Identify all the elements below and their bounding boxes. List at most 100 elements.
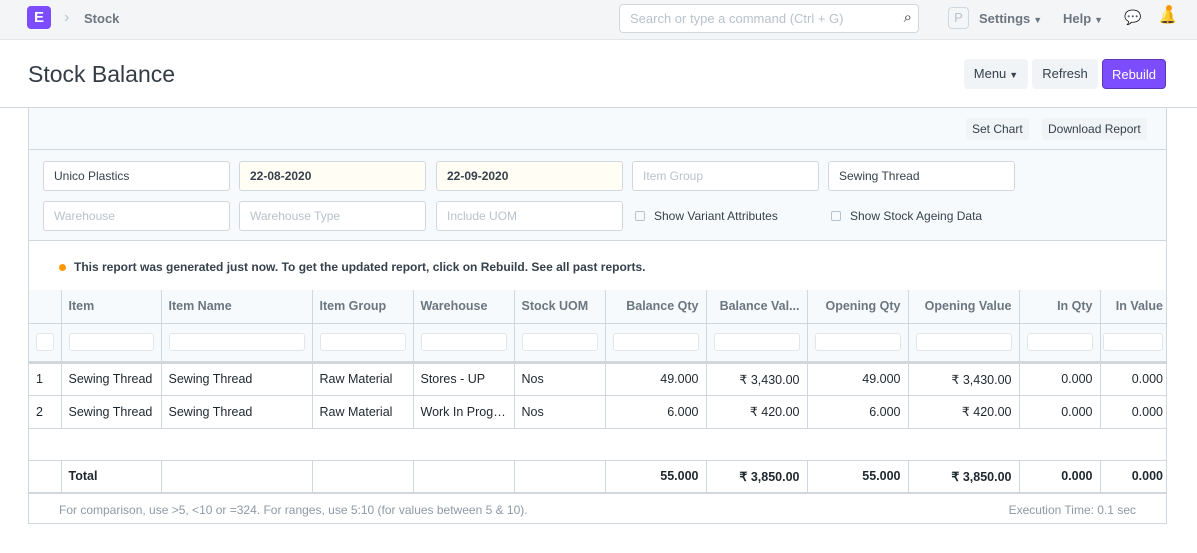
report-datatable: Item Item Name Item Group Warehouse Stoc… [29,290,1166,494]
column-filter-input[interactable] [420,333,507,351]
cell-warehouse[interactable]: Stores - UP [413,362,515,396]
execution-time: Execution Time: 0.1 sec [1008,503,1136,517]
select-all-checkbox[interactable] [36,333,54,351]
row-index: 2 [29,395,62,429]
show-variant-checkbox[interactable]: Show Variant Attributes [635,209,778,223]
caret-down-icon: ▼ [1009,70,1019,80]
cell-opening-value[interactable]: ₹ 420.00 [908,395,1020,429]
filter-cell [908,323,1020,364]
chevron-right-icon: › [64,9,70,26]
column-header[interactable]: Stock UOM [514,290,606,324]
cell-balance-value[interactable]: ₹ 420.00 [706,395,808,429]
warehouse-field[interactable]: Warehouse [43,201,230,231]
total-index [29,460,62,494]
column-header[interactable]: Opening Qty [807,290,909,324]
column-header[interactable]: Opening Value [908,290,1020,324]
include-uom-field[interactable]: Include UOM [436,201,623,231]
column-header[interactable]: In Value [1100,290,1166,324]
report-footer: For comparison, use >5, <10 or =324. For… [29,494,1166,523]
chat-icon[interactable]: 💬 [1124,9,1141,26]
total-balance-value: ₹ 3,850.00 [706,460,808,494]
column-filter-input[interactable] [68,333,154,351]
column-header[interactable]: Warehouse [413,290,515,324]
column-header[interactable]: In Qty [1019,290,1101,324]
search-input[interactable]: Search or type a command (Ctrl + G) ⌕ [619,4,919,33]
company-field[interactable]: Unico Plastics [43,161,230,191]
column-filter-input[interactable] [814,333,901,351]
page-title: Stock Balance [28,61,176,87]
column-header[interactable]: Item Name [161,290,313,324]
total-cell [514,460,606,494]
cell-in-qty[interactable]: 0.000 [1019,395,1101,429]
cell-item-name[interactable]: Sewing Thread [161,362,313,396]
column-filter-input[interactable] [713,333,800,351]
message-text: This report was generated just now. To g… [74,260,529,274]
cell-opening-qty[interactable]: 49.000 [807,362,909,396]
help-dropdown[interactable]: Help ▼ [1063,11,1103,26]
help-label: Help [1063,11,1092,26]
show-ageing-label: Show Stock Ageing Data [850,209,983,223]
filter-cell [605,323,707,364]
filter-cell [312,323,414,364]
notification-dot [1166,5,1172,11]
empty-row [29,428,1166,461]
from-date-field[interactable]: 22-08-2020 [239,161,426,191]
caret-down-icon: ▼ [1033,15,1043,25]
app-logo[interactable]: E [27,6,51,29]
cell-in-value[interactable]: 0.000 [1100,395,1166,429]
column-header[interactable]: Balance Qty [605,290,707,324]
to-date-field[interactable]: 22-09-2020 [436,161,623,191]
column-header[interactable]: Balance Val... [706,290,808,324]
cell-stock-uom[interactable]: Nos [514,395,606,429]
indicator-dot [59,264,66,271]
rebuild-button[interactable]: Rebuild [1102,59,1166,89]
column-filter-input[interactable] [1102,333,1163,351]
filter-cell [1019,323,1101,364]
cell-in-qty[interactable]: 0.000 [1019,362,1101,396]
total-cell [161,460,313,494]
cell-warehouse[interactable]: Work In Progress [413,395,515,429]
avatar[interactable]: P [948,7,969,29]
column-filter-input[interactable] [1026,333,1093,351]
row-index-header [29,290,62,324]
report-panel: Set Chart Download Report Unico Plastics… [28,108,1167,524]
menu-button[interactable]: Menu ▼ [964,59,1028,89]
column-header[interactable]: Item [61,290,162,324]
cell-stock-uom[interactable]: Nos [514,362,606,396]
show-ageing-checkbox[interactable]: Show Stock Ageing Data [831,209,982,223]
warehouse-type-field[interactable]: Warehouse Type [239,201,426,231]
cell-opening-qty[interactable]: 6.000 [807,395,909,429]
cell-balance-value[interactable]: ₹ 3,430.00 [706,362,808,396]
cell-opening-value[interactable]: ₹ 3,430.00 [908,362,1020,396]
column-filter-input[interactable] [612,333,699,351]
column-header[interactable]: Item Group [312,290,414,324]
filter-area: Unico Plastics 22-08-2020 22-09-2020 Ite… [29,150,1166,241]
column-filter-input[interactable] [915,333,1012,351]
past-reports-link[interactable]: See all past reports. [531,260,645,274]
breadcrumb-stock[interactable]: Stock [84,11,119,26]
cell-item-name[interactable]: Sewing Thread [161,395,313,429]
cell-item-group[interactable]: Raw Material [312,395,414,429]
download-report-button[interactable]: Download Report [1042,118,1147,140]
total-label: Total [61,460,162,494]
filter-cell [706,323,808,364]
total-in-value: 0.000 [1100,460,1166,494]
cell-in-value[interactable]: 0.000 [1100,362,1166,396]
cell-item[interactable]: Sewing Thread [61,395,162,429]
column-filter-input[interactable] [319,333,406,351]
cell-item-group[interactable]: Raw Material [312,362,414,396]
filter-cell [413,323,515,364]
cell-item[interactable]: Sewing Thread [61,362,162,396]
cell-balance-qty[interactable]: 49.000 [605,362,707,396]
item-field[interactable]: Sewing Thread [828,161,1015,191]
settings-dropdown[interactable]: Settings ▼ [979,11,1042,26]
item-group-field[interactable]: Item Group [632,161,819,191]
column-filter-input[interactable] [521,333,598,351]
column-filter-input[interactable] [168,333,305,351]
refresh-button[interactable]: Refresh [1032,59,1098,89]
total-cell [413,460,515,494]
set-chart-button[interactable]: Set Chart [966,118,1029,140]
report-toolbar: Set Chart Download Report [29,108,1166,150]
cell-balance-qty[interactable]: 6.000 [605,395,707,429]
total-in-qty: 0.000 [1019,460,1101,494]
